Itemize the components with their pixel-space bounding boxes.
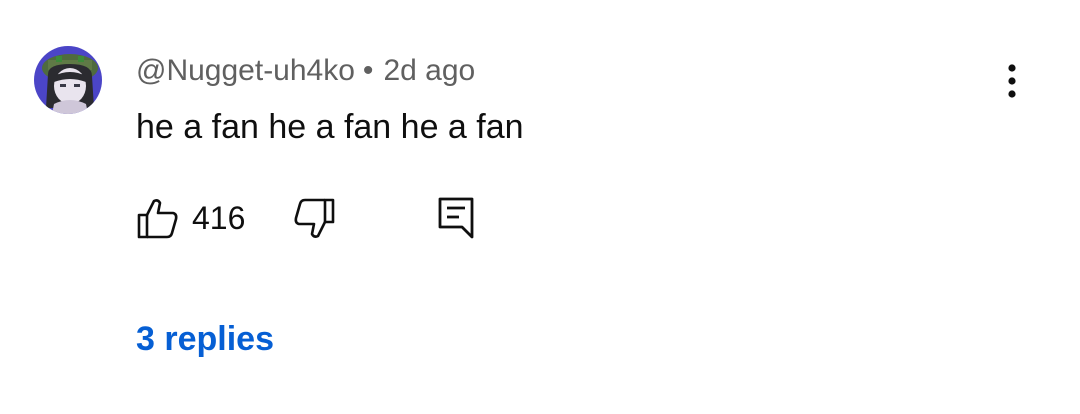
- more-options-button[interactable]: [994, 58, 1030, 104]
- dislike-button[interactable]: [292, 194, 336, 242]
- view-replies-button[interactable]: 3 replies: [136, 317, 274, 361]
- comment-header: @Nugget-uh4ko • 2d ago: [136, 52, 475, 90]
- reply-comment-icon: [438, 197, 474, 239]
- thumbs-down-icon: [294, 198, 335, 238]
- avatar[interactable]: [34, 46, 102, 114]
- comment-text: he a fan he a fan he a fan: [136, 108, 524, 146]
- like-count: 416: [192, 200, 246, 236]
- separator-dot: •: [362, 54, 374, 87]
- more-vertical-icon: [1008, 64, 1016, 98]
- author-name[interactable]: @Nugget-uh4ko: [136, 54, 355, 87]
- like-button[interactable]: 416: [136, 194, 245, 242]
- avatar-image: [34, 46, 102, 114]
- thumbs-up-icon: [137, 199, 178, 239]
- reply-button[interactable]: [436, 194, 476, 242]
- comment-timestamp: 2d ago: [383, 54, 476, 87]
